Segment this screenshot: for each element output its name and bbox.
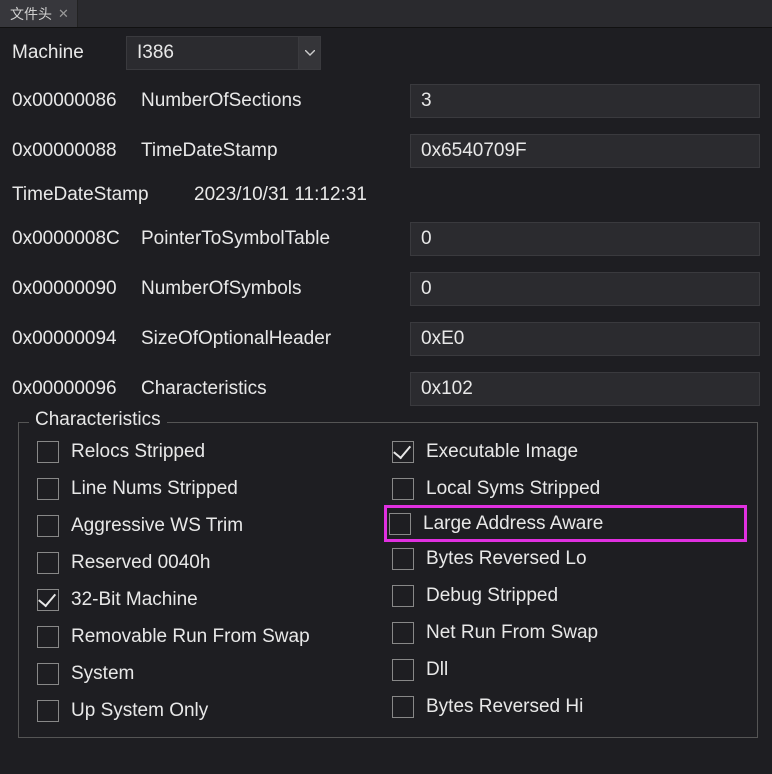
checkbox[interactable] xyxy=(37,589,59,611)
characteristic-32-bit-machine[interactable]: 32-Bit Machine xyxy=(33,581,388,618)
checkbox-label: Line Nums Stripped xyxy=(71,478,238,500)
field-value-input[interactable]: 0x6540709F xyxy=(410,134,760,168)
field-value-input[interactable]: 0 xyxy=(410,222,760,256)
field-row2-2: 0x00000094 SizeOfOptionalHeader 0xE0 xyxy=(12,322,760,356)
characteristic-system[interactable]: System xyxy=(33,655,388,692)
checkbox-label: Removable Run From Swap xyxy=(71,626,310,648)
checkbox[interactable] xyxy=(392,585,414,607)
field-label: PointerToSymbolTable xyxy=(141,228,396,250)
tab-bar: 文件头 ✕ xyxy=(0,0,772,28)
checkbox[interactable] xyxy=(392,659,414,681)
machine-dropdown[interactable]: I386 xyxy=(126,36,321,70)
checkbox[interactable] xyxy=(389,513,411,535)
field-address: 0x00000096 xyxy=(12,378,127,400)
machine-label: Machine xyxy=(12,42,112,64)
checkbox[interactable] xyxy=(37,478,59,500)
checkbox-label: Relocs Stripped xyxy=(71,441,205,463)
checkbox-label: 32-Bit Machine xyxy=(71,589,198,611)
checkbox-label: Aggressive WS Trim xyxy=(71,515,243,537)
tab-file-header[interactable]: 文件头 ✕ xyxy=(0,0,78,27)
chevron-down-icon[interactable] xyxy=(298,37,320,69)
field-row2-0: 0x0000008C PointerToSymbolTable 0 xyxy=(12,222,760,256)
checkbox-label: Debug Stripped xyxy=(426,585,558,607)
checkbox-label: Executable Image xyxy=(426,441,578,463)
tds-readable-value: 2023/10/31 11:12:31 xyxy=(194,184,367,206)
characteristic-bytes-reversed-lo[interactable]: Bytes Reversed Lo xyxy=(388,540,743,577)
checkbox[interactable] xyxy=(37,663,59,685)
checkbox-label: Bytes Reversed Hi xyxy=(426,696,583,718)
field-label: TimeDateStamp xyxy=(141,140,396,162)
checkbox[interactable] xyxy=(37,552,59,574)
checkbox[interactable] xyxy=(37,441,59,463)
characteristic-debug-stripped[interactable]: Debug Stripped xyxy=(388,577,743,614)
field-address: 0x00000086 xyxy=(12,90,127,112)
field-address: 0x00000090 xyxy=(12,278,127,300)
field-address: 0x0000008C xyxy=(12,228,127,250)
field-row-0: 0x00000086 NumberOfSections 3 xyxy=(12,84,760,118)
characteristic-aggressive-ws-trim[interactable]: Aggressive WS Trim xyxy=(33,507,388,544)
checkbox-label: Dll xyxy=(426,659,448,681)
characteristic-line-nums-stripped[interactable]: Line Nums Stripped xyxy=(33,470,388,507)
checkbox-label: Reserved 0040h xyxy=(71,552,210,574)
machine-value: I386 xyxy=(137,42,174,64)
characteristic-local-syms-stripped[interactable]: Local Syms Stripped xyxy=(388,470,743,507)
checkbox-label: System xyxy=(71,663,134,685)
checkbox-label: Large Address Aware xyxy=(423,513,603,535)
field-value-input[interactable]: 0x102 xyxy=(410,372,760,406)
field-label: NumberOfSymbols xyxy=(141,278,396,300)
field-address: 0x00000094 xyxy=(12,328,127,350)
characteristic-net-run-from-swap[interactable]: Net Run From Swap xyxy=(388,614,743,651)
characteristic-bytes-reversed-hi[interactable]: Bytes Reversed Hi xyxy=(388,688,743,725)
characteristic-large-address-aware[interactable]: Large Address Aware xyxy=(384,505,747,542)
close-icon[interactable]: ✕ xyxy=(58,6,69,22)
checkbox[interactable] xyxy=(392,478,414,500)
checkbox-label: Net Run From Swap xyxy=(426,622,598,644)
checkbox-label: Local Syms Stripped xyxy=(426,478,600,500)
characteristic-relocs-stripped[interactable]: Relocs Stripped xyxy=(33,433,388,470)
tds-readable-label: TimeDateStamp xyxy=(12,184,180,206)
checkbox[interactable] xyxy=(392,696,414,718)
field-row-1: 0x00000088 TimeDateStamp 0x6540709F xyxy=(12,134,760,168)
characteristic-up-system-only[interactable]: Up System Only xyxy=(33,692,388,729)
characteristic-executable-image[interactable]: Executable Image xyxy=(388,433,743,470)
characteristic-dll[interactable]: Dll xyxy=(388,651,743,688)
checkbox[interactable] xyxy=(37,626,59,648)
tab-title: 文件头 xyxy=(10,4,52,24)
content: Machine I386 0x00000086 NumberOfSections 3… xyxy=(0,28,772,738)
field-row2-1: 0x00000090 NumberOfSymbols 0 xyxy=(12,272,760,306)
checkbox-label: Bytes Reversed Lo xyxy=(426,548,587,570)
characteristic-reserved-0040h[interactable]: Reserved 0040h xyxy=(33,544,388,581)
checkbox[interactable] xyxy=(37,700,59,722)
checkbox[interactable] xyxy=(392,622,414,644)
checkbox[interactable] xyxy=(392,548,414,570)
characteristics-fieldset: Characteristics Relocs StrippedLine Nums… xyxy=(18,422,758,738)
field-label: NumberOfSections xyxy=(141,90,396,112)
checkbox[interactable] xyxy=(392,441,414,463)
field-address: 0x00000088 xyxy=(12,140,127,162)
row-timedatestamp-readable: TimeDateStamp 2023/10/31 11:12:31 xyxy=(12,184,760,206)
field-value-input[interactable]: 3 xyxy=(410,84,760,118)
field-label: SizeOfOptionalHeader xyxy=(141,328,396,350)
field-value-input[interactable]: 0 xyxy=(410,272,760,306)
field-label: Characteristics xyxy=(141,378,396,400)
characteristic-removable-run-from-swap[interactable]: Removable Run From Swap xyxy=(33,618,388,655)
field-value-input[interactable]: 0xE0 xyxy=(410,322,760,356)
checkbox[interactable] xyxy=(37,515,59,537)
field-row2-3: 0x00000096 Characteristics 0x102 xyxy=(12,372,760,406)
checkbox-label: Up System Only xyxy=(71,700,208,722)
characteristics-legend: Characteristics xyxy=(29,409,167,431)
row-machine: Machine I386 xyxy=(12,36,760,70)
